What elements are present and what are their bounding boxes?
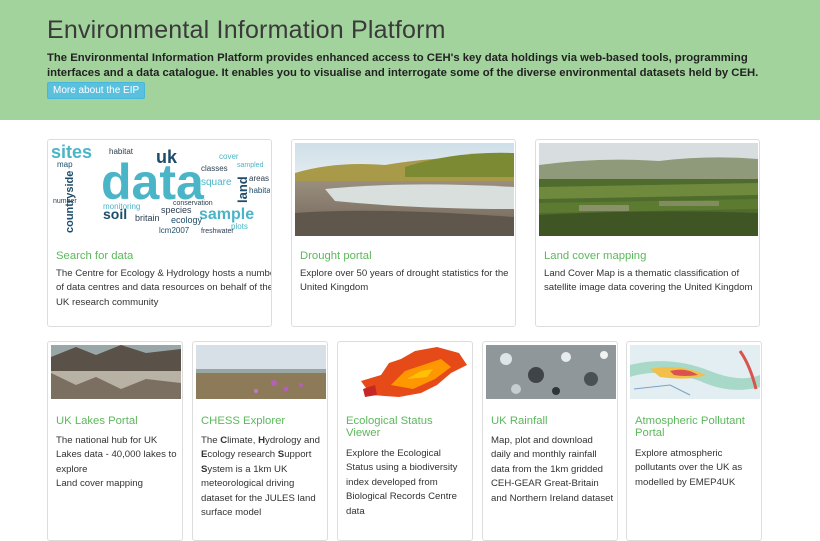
wc-word: number xyxy=(53,198,77,205)
card-title[interactable]: Search for data xyxy=(56,250,133,262)
word-cloud-image: sites habitat uk square sample soil brit… xyxy=(51,143,270,236)
card-description: Explore atmospheric pollutants over the … xyxy=(635,448,743,488)
chess-text-part: upport xyxy=(284,449,312,461)
landscape-image xyxy=(539,143,758,236)
chess-text-part: limate, xyxy=(227,435,259,446)
page-title: Environmental Information Platform xyxy=(47,16,446,44)
card-drought-portal[interactable]: Drought portal Explore over 50 years of … xyxy=(291,139,516,327)
rain-image xyxy=(486,345,616,399)
ecological-map-image xyxy=(341,345,471,399)
moorland-image xyxy=(196,345,326,399)
wc-word: square xyxy=(201,177,232,188)
wc-word: sampled xyxy=(237,162,264,169)
lake-image xyxy=(51,345,181,399)
wc-word: britain xyxy=(135,213,160,223)
wc-word: land xyxy=(235,176,250,203)
card-description: The national hub for UK Lakes data - 40,… xyxy=(56,435,177,490)
wc-word: map xyxy=(57,160,73,169)
card-description: Explore the Ecological Status using a bi… xyxy=(346,448,458,517)
chess-text-part: The xyxy=(201,435,221,446)
card-description: Land Cover Map is a thematic classificat… xyxy=(544,268,753,294)
chess-text-part: cology research xyxy=(207,449,278,461)
wc-word: lcm2007 xyxy=(159,226,190,235)
wc-word: sample xyxy=(199,206,254,223)
wc-word: cover xyxy=(219,152,239,161)
card-title[interactable]: UK Lakes Portal xyxy=(56,415,176,427)
card-description: The Climate, Hydrology and Ecology resea… xyxy=(201,434,325,520)
wc-word: freshwater xyxy=(201,228,234,235)
wc-big-word: data xyxy=(101,154,205,210)
wc-word: ecology xyxy=(171,215,203,225)
card-atmospheric-pollutant-portal[interactable]: Atmospheric Pollutant Portal Explore atm… xyxy=(626,341,762,541)
more-about-eip-button[interactable]: More about the EIP xyxy=(47,82,146,99)
card-land-cover-mapping[interactable]: Land cover mapping Land Cover Map is a t… xyxy=(535,139,760,327)
chess-text-part: ydrology and xyxy=(265,435,320,446)
chess-text-part: ystem is a 1km UK meteorological driving… xyxy=(201,463,316,519)
card-description: The Centre for Ecology & Hydrology hosts… xyxy=(56,268,272,308)
card-search-for-data[interactable]: sites habitat uk square sample soil brit… xyxy=(47,139,272,327)
card-description: Explore over 50 years of drought statist… xyxy=(300,268,509,294)
card-title[interactable]: CHESS Explorer xyxy=(201,415,321,427)
card-title[interactable]: Ecological Status Viewer xyxy=(346,415,466,439)
hero-banner: Environmental Information Platform The E… xyxy=(0,0,820,120)
wc-word: habitats xyxy=(249,186,270,195)
card-title[interactable]: Drought portal xyxy=(300,250,372,262)
wc-word: areas xyxy=(249,174,269,183)
card-chess-explorer[interactable]: CHESS Explorer The Climate, Hydrology an… xyxy=(192,341,328,541)
card-title[interactable]: UK Rainfall xyxy=(491,415,611,427)
reservoir-image xyxy=(295,143,514,236)
pollutant-map-image xyxy=(630,345,760,399)
card-description: Map, plot and download daily and monthly… xyxy=(491,435,614,504)
card-ecological-status-viewer[interactable]: Ecological Status Viewer Explore the Eco… xyxy=(337,341,473,541)
card-uk-rainfall[interactable]: UK Rainfall Map, plot and download daily… xyxy=(482,341,618,541)
card-uk-lakes-portal[interactable]: UK Lakes Portal The national hub for UK … xyxy=(47,341,183,541)
chess-text-part: H xyxy=(258,435,266,446)
card-title[interactable]: Atmospheric Pollutant Portal xyxy=(635,415,755,439)
wc-word: classes xyxy=(201,164,228,173)
hero-description: The Environmental Information Platform p… xyxy=(47,52,759,79)
card-title[interactable]: Land cover mapping xyxy=(544,250,646,262)
